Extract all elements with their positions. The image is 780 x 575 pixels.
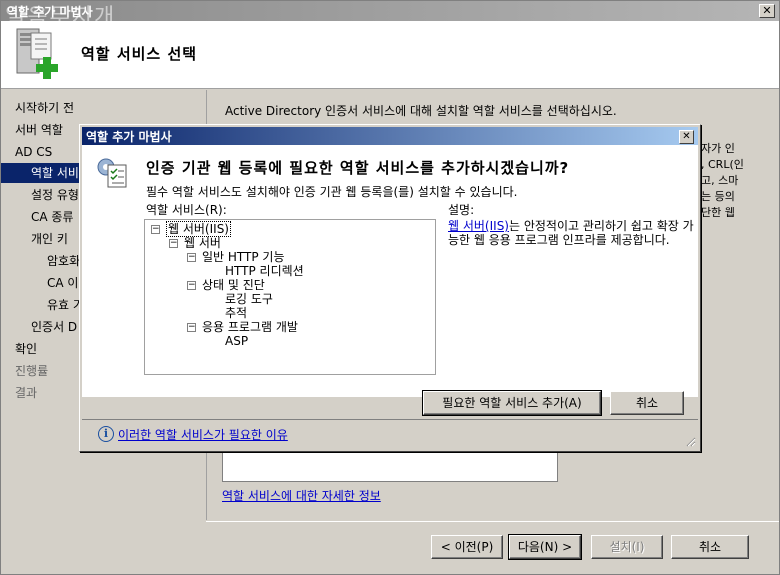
nav-item-setup-type[interactable]: 설정 유형 bbox=[31, 185, 79, 205]
collapse-icon[interactable]: − bbox=[187, 323, 196, 332]
prev-button[interactable]: < 이전(P) bbox=[431, 535, 503, 559]
collapse-icon[interactable]: − bbox=[187, 281, 196, 290]
description-text: 웹 서버(IIS)는 안정적이고 관리하기 쉽고 확장 가능한 웹 응용 프로그… bbox=[448, 219, 698, 247]
add-role-services-dialog: 역할 추가 마법사 ✕ 인증 기관 웹 등록에 필요한 역할 서비스를 추가하시… bbox=[79, 124, 701, 452]
server-add-icon bbox=[11, 27, 63, 83]
content-description-fragment: 자가 인 , CRL(인 고, 스마 는 등의 단한 웹 bbox=[701, 141, 744, 221]
tree-node-label: 추적 bbox=[225, 306, 248, 320]
dialog-titlebar[interactable]: 역할 추가 마법사 ✕ bbox=[82, 127, 698, 145]
role-description-box bbox=[222, 447, 558, 482]
fragment-line: 자가 인 bbox=[701, 142, 735, 155]
web-server-iis-link[interactable]: 웹 서버(IIS) bbox=[448, 219, 509, 233]
dialog-close-button[interactable]: ✕ bbox=[679, 130, 694, 144]
tree-node-label: 일반 HTTP 기능 bbox=[202, 250, 285, 264]
nav-item-before-you-begin[interactable]: 시작하기 전 bbox=[15, 98, 74, 118]
tree-node-asp[interactable]: ASP bbox=[225, 334, 248, 348]
window-titlebar[interactable]: 역할 추가 마법사 일음무지개 ✕ bbox=[1, 1, 779, 30]
nav-item-private-key[interactable]: 개인 키 bbox=[31, 229, 68, 249]
nav-item-certificate-db[interactable]: 인증서 D bbox=[31, 317, 77, 337]
nav-item-server-roles[interactable]: 서버 역할 bbox=[15, 120, 63, 140]
tree-node-web-server-iis[interactable]: − 웹 서버(IIS) bbox=[151, 221, 231, 237]
why-required-link[interactable]: 이러한 역할 서비스가 필요한 이유 bbox=[118, 426, 288, 443]
fragment-line: 는 등의 bbox=[701, 190, 735, 203]
tree-node-http-redirection[interactable]: HTTP 리디렉션 bbox=[225, 264, 304, 278]
resize-grip-icon[interactable] bbox=[684, 435, 696, 447]
info-icon: i bbox=[98, 426, 114, 442]
tree-node-logging-tools[interactable]: 로깅 도구 bbox=[225, 292, 273, 306]
nav-item-results: 결과 bbox=[15, 386, 38, 400]
tree-node-label: HTTP 리디렉션 bbox=[225, 264, 304, 278]
tree-node-tracing[interactable]: 추적 bbox=[225, 306, 247, 320]
tree-node-label: 웹 서버 bbox=[184, 236, 221, 250]
nav-item-progress: 진행률 bbox=[15, 364, 49, 378]
tree-node-web-server[interactable]: − 웹 서버 bbox=[169, 236, 221, 250]
fragment-line: 단한 웹 bbox=[701, 206, 735, 219]
tree-node-health-diagnostics[interactable]: − 상태 및 진단 bbox=[187, 278, 265, 292]
tree-node-common-http[interactable]: − 일반 HTTP 기능 bbox=[187, 250, 285, 264]
nav-item-ad-cs[interactable]: AD CS bbox=[15, 142, 52, 162]
nav-item-ca-type[interactable]: CA 종류 bbox=[31, 207, 73, 227]
wizard-header: 역할 서비스 선택 bbox=[1, 21, 779, 89]
collapse-icon[interactable]: − bbox=[169, 239, 178, 248]
tree-node-label: 웹 서버(IIS) bbox=[166, 221, 231, 237]
dialog-footer: i 이러한 역할 서비스가 필요한 이유 bbox=[82, 419, 698, 449]
collapse-icon[interactable]: − bbox=[187, 253, 196, 262]
tree-node-app-development[interactable]: − 응용 프로그램 개발 bbox=[187, 320, 298, 334]
dialog-subtext: 필수 역할 서비스도 설치해야 인증 기관 웹 등록을(를) 설치할 수 있습니… bbox=[146, 185, 518, 199]
tree-node-label: 상태 및 진단 bbox=[202, 278, 265, 292]
window-title: 역할 추가 마법사 bbox=[7, 5, 93, 19]
description-label: 설명: bbox=[448, 203, 475, 217]
fragment-line: 고, 스마 bbox=[701, 174, 739, 187]
role-services-label: 역할 서비스(R): bbox=[146, 203, 227, 217]
cancel-button[interactable]: 취소 bbox=[671, 535, 749, 559]
nav-item-confirmation[interactable]: 확인 bbox=[15, 339, 37, 359]
window-close-button[interactable]: ✕ bbox=[759, 4, 775, 18]
page-title: 역할 서비스 선택 bbox=[81, 45, 198, 63]
add-required-role-services-button[interactable]: 필요한 역할 서비스 추가(A) bbox=[422, 390, 602, 416]
nav-item-cryptography[interactable]: 암호화 bbox=[47, 251, 80, 271]
dialog-title: 역할 추가 마법사 bbox=[86, 130, 172, 144]
collapse-icon[interactable]: − bbox=[151, 225, 160, 234]
more-info-link[interactable]: 역할 서비스에 대한 자세한 정보 bbox=[222, 487, 381, 504]
role-services-tree[interactable]: − 웹 서버(IIS) − 웹 서버 − 일반 HTTP 기능 HTTP 리디렉션 −… bbox=[144, 219, 436, 375]
footer-separator bbox=[206, 521, 779, 522]
tree-node-label: 응용 프로그램 개발 bbox=[202, 320, 298, 334]
nav-item-ca-name[interactable]: CA 이 bbox=[47, 273, 78, 293]
checklist-gear-icon bbox=[94, 155, 130, 191]
dialog-heading: 인증 기관 웹 등록에 필요한 역할 서비스를 추가하시겠습니까? bbox=[146, 159, 570, 177]
dialog-cancel-button[interactable]: 취소 bbox=[610, 391, 684, 415]
next-button[interactable]: 다음(N) > bbox=[508, 534, 582, 560]
dialog-body: 인증 기관 웹 등록에 필요한 역할 서비스를 추가하시겠습니까? 필수 역할 … bbox=[82, 145, 698, 397]
tree-node-label: 로깅 도구 bbox=[225, 292, 273, 306]
content-description: Active Directory 인증서 서비스에 대해 설치할 역할 서비스를… bbox=[225, 104, 617, 118]
fragment-line: , CRL(인 bbox=[701, 158, 744, 171]
install-button: 설치(I) bbox=[591, 535, 663, 559]
tree-node-label: ASP bbox=[225, 334, 249, 348]
